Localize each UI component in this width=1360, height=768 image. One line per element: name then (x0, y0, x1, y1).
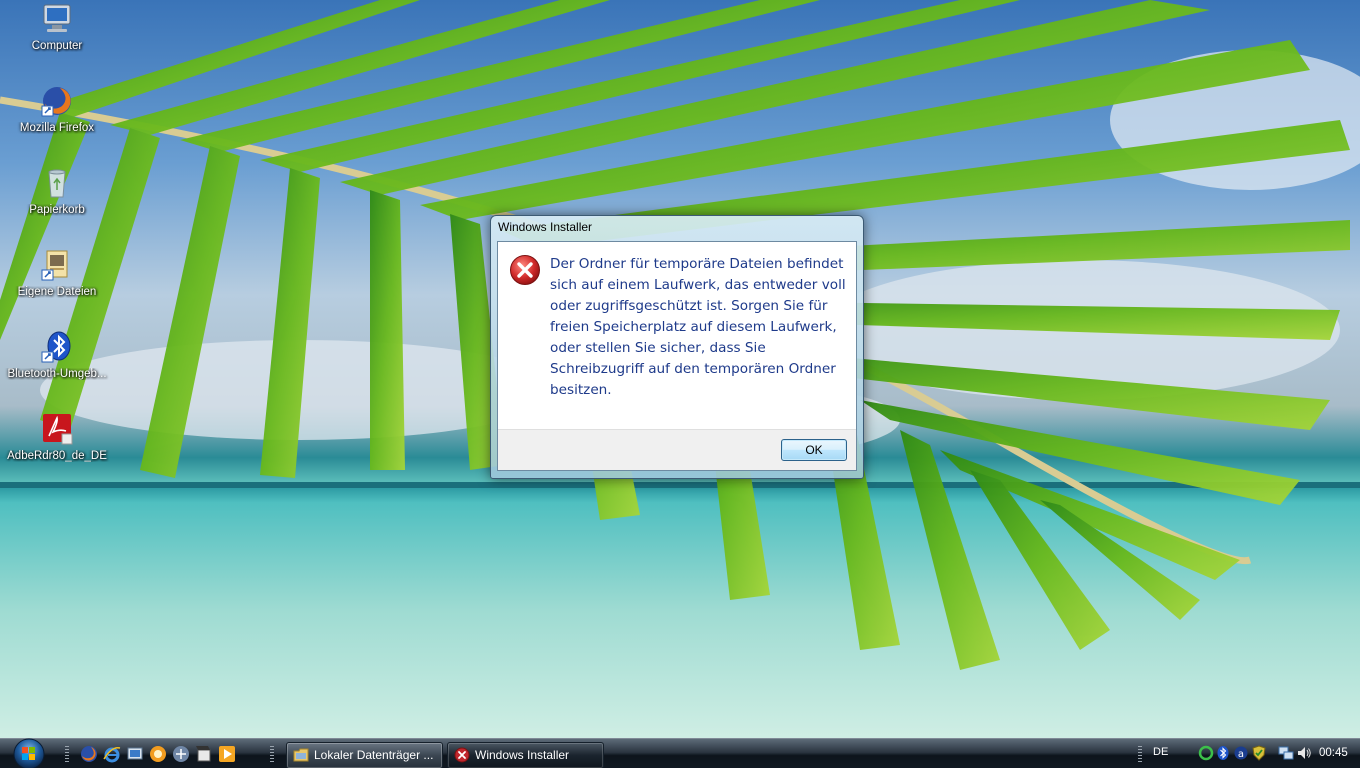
dialog-footer: OK (498, 429, 856, 470)
media-player-icon[interactable] (218, 745, 236, 763)
bluetooth-icon (40, 330, 74, 364)
folder-icon (293, 747, 309, 763)
taskbar-button-label: Lokaler Datenträger ... (314, 748, 434, 762)
desktop-icon-label: AdbeRdr80_de_DE (7, 450, 107, 462)
computer-icon (40, 2, 74, 36)
desktop-icon-label: Computer (31, 40, 83, 52)
shield-icon[interactable] (1251, 745, 1267, 761)
windows-movie-maker-icon[interactable] (195, 745, 213, 763)
taskbar-grip[interactable] (270, 746, 274, 764)
network-sync-icon[interactable] (1198, 745, 1214, 761)
desktop-icon-computer[interactable]: Computer (2, 2, 112, 78)
dialog-title: Windows Installer (498, 220, 593, 234)
network-icon[interactable] (172, 745, 190, 763)
start-button[interactable] (9, 738, 49, 768)
taskbar: Lokaler Datenträger ... Windows Installe… (0, 738, 1360, 768)
documents-icon (40, 248, 74, 282)
dialog-message: Der Ordner für temporäre Dateien befinde… (550, 256, 846, 398)
desktop-icon-label: Bluetooth-Umgeb... (7, 368, 107, 380)
taskbar-grip[interactable] (1138, 746, 1142, 764)
desktop-icon-label: Mozilla Firefox (19, 122, 95, 134)
show-desktop-icon[interactable] (126, 745, 144, 763)
antivirus-icon[interactable]: a (1233, 745, 1249, 761)
taskbar-button-windows-installer[interactable]: Windows Installer (447, 742, 604, 768)
clock[interactable]: 00:45 (1319, 747, 1348, 759)
taskbar-button-label: Windows Installer (475, 748, 570, 762)
taskbar-button-lokaler-datentraeger[interactable]: Lokaler Datenträger ... (286, 742, 443, 768)
recycle-bin-icon (40, 166, 74, 200)
error-icon (509, 254, 541, 286)
error-dialog[interactable]: Windows Installer Der Ordner für temporä… (490, 215, 864, 479)
internet-explorer-icon[interactable] (103, 745, 121, 763)
desktop-icon-firefox[interactable]: Mozilla Firefox (2, 84, 112, 160)
svg-text:a: a (1238, 749, 1244, 760)
dialog-client-area: Der Ordner für temporäre Dateien befinde… (497, 241, 857, 471)
adobe-reader-icon (40, 412, 74, 446)
error-icon (454, 747, 470, 763)
desktop-icon-label: Eigene Dateien (17, 286, 97, 298)
bluetooth-icon[interactable] (1215, 745, 1231, 761)
firefox-icon (40, 84, 74, 118)
desktop-icon-adobe-reader[interactable]: AdbeRdr80_de_DE (2, 412, 112, 488)
ok-button[interactable]: OK (781, 439, 847, 461)
windows-logo-icon (13, 738, 45, 768)
volume-icon[interactable] (1296, 745, 1312, 761)
media-center-icon[interactable] (149, 745, 167, 763)
desktop-icon-documents[interactable]: Eigene Dateien (2, 248, 112, 324)
taskbar-grip[interactable] (65, 746, 69, 764)
desktop-icon-label: Papierkorb (29, 204, 85, 216)
network-icon[interactable] (1278, 745, 1294, 761)
desktop-icon-recycle-bin[interactable]: Papierkorb (2, 166, 112, 242)
language-indicator[interactable]: DE (1153, 746, 1168, 758)
firefox-icon[interactable] (80, 745, 98, 763)
desktop-icon-bluetooth[interactable]: Bluetooth-Umgeb... (2, 330, 112, 406)
